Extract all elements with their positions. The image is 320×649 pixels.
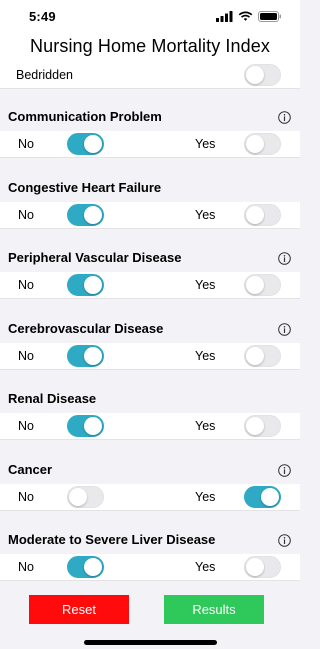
yes-label: Yes (195, 207, 216, 222)
cancer-yes-toggle[interactable] (244, 485, 281, 508)
no-label: No (18, 419, 34, 433)
toggle-knob (84, 276, 102, 294)
toggle-knob (246, 558, 264, 576)
home-indicator (84, 640, 217, 645)
toggle-knob (84, 558, 102, 576)
yes-label: Yes (195, 489, 216, 504)
info-icon[interactable] (278, 463, 291, 477)
form-content: Bedridden Communication Problem No Yes Cong… (0, 62, 300, 584)
moderate-to-severe-liver-disease-no-toggle[interactable] (67, 556, 104, 578)
communication-problem-no-toggle[interactable] (67, 133, 104, 155)
cerebrovascular-disease-row: No Yes (0, 342, 300, 370)
peripheral-vascular-disease-yes-toggle[interactable] (244, 274, 281, 296)
moderate-to-severe-liver-disease-yes-toggle[interactable] (244, 556, 281, 578)
toggle-knob (69, 487, 87, 506)
peripheral-vascular-disease-no-toggle[interactable] (67, 274, 104, 296)
status-time: 5:49 (29, 9, 56, 24)
cerebrovascular-disease-title: Cerebrovascular Disease (8, 320, 164, 336)
info-icon[interactable] (278, 534, 291, 547)
yes-label: Yes (195, 419, 216, 433)
renal-disease-row: No Yes (0, 413, 300, 440)
congestive-heart-failure-title: Congestive Heart Failure (8, 179, 162, 195)
status-bar: 5:49 (0, 0, 300, 32)
cancer-row: No Yes (0, 483, 300, 511)
communication-problem-title: Communication Problem (8, 109, 162, 124)
moderate-to-severe-liver-disease-row: No Yes (0, 554, 300, 581)
congestive-heart-failure-yes-toggle[interactable] (244, 203, 281, 226)
no-label: No (18, 137, 34, 151)
toggle-knob (246, 276, 264, 294)
toggle-knob (246, 346, 264, 365)
cerebrovascular-disease-yes-toggle[interactable] (244, 344, 281, 367)
no-label: No (18, 560, 34, 574)
moderate-to-severe-liver-disease-title: Moderate to Severe Liver Disease (8, 532, 216, 547)
toggle-knob (84, 205, 102, 224)
info-icon[interactable] (278, 252, 291, 265)
toggle-knob (84, 346, 102, 365)
nav-header: Nursing Home Mortality Index (0, 32, 300, 62)
yes-label: Yes (195, 348, 216, 363)
peripheral-vascular-disease-title: Peripheral Vascular Disease (8, 250, 182, 265)
page-title: Nursing Home Mortality Index (30, 36, 270, 56)
communication-problem-row: No Yes (0, 131, 300, 158)
toggle-knob (84, 135, 102, 153)
no-label: No (18, 348, 34, 363)
communication-problem-yes-toggle[interactable] (244, 133, 281, 155)
toggle-knob (261, 487, 279, 506)
toggle-knob (246, 135, 264, 153)
bedridden-row: Bedridden (0, 62, 300, 89)
toggle-knob (84, 417, 102, 435)
renal-disease-title: Renal Disease (8, 391, 97, 406)
footer: Reset Results (0, 584, 300, 649)
bedridden-label: Bedridden (16, 68, 73, 82)
info-icon[interactable] (278, 322, 291, 336)
results-button[interactable]: Results (164, 595, 264, 624)
no-label: No (18, 278, 34, 292)
info-icon[interactable] (278, 111, 291, 124)
toggle-knob (246, 66, 264, 84)
signal-icon (216, 11, 233, 22)
status-icons (216, 11, 282, 22)
reset-button[interactable]: Reset (29, 595, 129, 624)
cerebrovascular-disease-no-toggle[interactable] (67, 344, 104, 367)
no-label: No (18, 489, 34, 504)
toggle-knob (246, 205, 264, 224)
battery-icon (258, 11, 281, 22)
wifi-icon (238, 11, 253, 21)
yes-label: Yes (195, 278, 216, 292)
congestive-heart-failure-row: No Yes (0, 201, 300, 229)
no-label: No (18, 207, 34, 222)
cancer-title: Cancer (8, 461, 53, 477)
congestive-heart-failure-no-toggle[interactable] (67, 203, 104, 226)
yes-label: Yes (195, 560, 216, 574)
renal-disease-no-toggle[interactable] (67, 415, 104, 437)
yes-label: Yes (195, 137, 216, 151)
renal-disease-yes-toggle[interactable] (244, 415, 281, 437)
toggle-knob (246, 417, 264, 435)
bedridden-toggle[interactable] (244, 64, 281, 86)
peripheral-vascular-disease-row: No Yes (0, 272, 300, 299)
cancer-no-toggle[interactable] (67, 485, 104, 508)
